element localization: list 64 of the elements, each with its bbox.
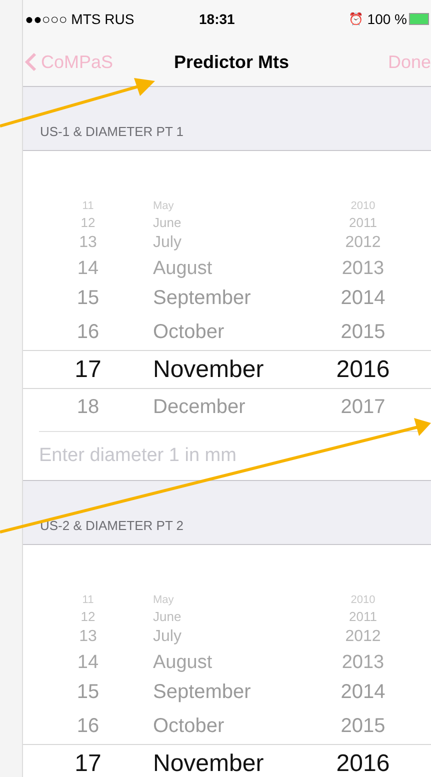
picker-year: 2014 (340, 288, 386, 308)
picker-day: 16 (23, 322, 153, 342)
picker-month: June (153, 216, 182, 228)
picker-day: 16 (23, 716, 153, 736)
picker-day: 17 (23, 358, 153, 382)
carrier-label: ●●○○○ MTS RUS (25, 10, 136, 28)
picker-row[interactable]: 15 September 2014 (23, 676, 431, 708)
picker-year: 2016 (335, 752, 391, 776)
picker-row[interactable]: 15 September 2014 (23, 282, 431, 314)
picker-year: 2017 (340, 397, 386, 417)
picker-day: 17 (23, 752, 153, 776)
picker-row[interactable]: 17 November 2016 (23, 744, 431, 777)
picker-day: 13 (23, 235, 153, 251)
picker-day: 13 (23, 629, 153, 645)
nav-title: Predictor Mts (174, 50, 290, 74)
picker-row[interactable]: 16 October 2015 (23, 708, 431, 744)
picker-row[interactable]: 12 June 2011 (23, 212, 431, 232)
picker-row[interactable]: 12 June 2011 (23, 606, 431, 626)
picker-row[interactable]: 16 October 2015 (23, 314, 431, 350)
picker-month: November (153, 358, 265, 382)
picker-day: 12 (23, 216, 153, 228)
picker-year: 2014 (340, 682, 386, 702)
picker-year: 2015 (340, 322, 386, 342)
picker-day: 15 (23, 288, 153, 308)
picker-day: 15 (23, 682, 153, 702)
picker-year: 2011 (348, 216, 378, 228)
picker-month: September (153, 288, 252, 308)
picker-row[interactable]: 14 August 2013 (23, 254, 431, 282)
picker-year: 2015 (340, 716, 386, 736)
picker-year: 2012 (344, 235, 382, 251)
section-header: US-2 & DIAMETER PT 2 (40, 516, 184, 534)
picker-month: July (153, 629, 182, 645)
picker-day: 12 (23, 610, 153, 622)
picker-day: 18 (23, 397, 153, 417)
picker-year: 2016 (335, 358, 391, 382)
time-label: 18:31 (199, 10, 235, 28)
picker-row[interactable]: 13 July 2012 (23, 232, 431, 254)
picker-year: 2013 (340, 258, 386, 278)
picker-month: October (153, 322, 226, 342)
picker-row[interactable]: 18 December 2017 (23, 389, 431, 425)
picker-row[interactable]: 14 August 2013 (23, 648, 431, 676)
picker-month: December (153, 397, 246, 417)
picker-month: July (153, 235, 182, 251)
battery-label: 100 % (367, 10, 407, 28)
done-button[interactable]: Done (388, 48, 431, 76)
chevron-left-icon (25, 52, 37, 72)
picker-row[interactable]: 13 July 2012 (23, 626, 431, 648)
back-button[interactable]: CoMPaS (23, 48, 153, 76)
picker-month: August (153, 652, 214, 672)
picker-year: 2012 (344, 629, 382, 645)
picker-month: November (153, 752, 265, 776)
picker-month: October (153, 716, 226, 736)
picker-row[interactable]: 17 November 2016 (23, 350, 431, 389)
picker-year: 2013 (340, 652, 386, 672)
battery-icon (409, 13, 429, 25)
diameter-field[interactable]: Enter diameter 1 in mm (23, 431, 431, 481)
picker-day: 14 (23, 652, 153, 672)
alarm-icon: ⏰ (348, 10, 364, 28)
picker-month: September (153, 682, 252, 702)
picker-month: August (153, 258, 214, 278)
picker-month: June (153, 610, 182, 622)
picker-year: 2011 (348, 610, 378, 622)
picker-day: 14 (23, 258, 153, 278)
section-header: US-1 & DIAMETER PT 1 (40, 122, 184, 140)
